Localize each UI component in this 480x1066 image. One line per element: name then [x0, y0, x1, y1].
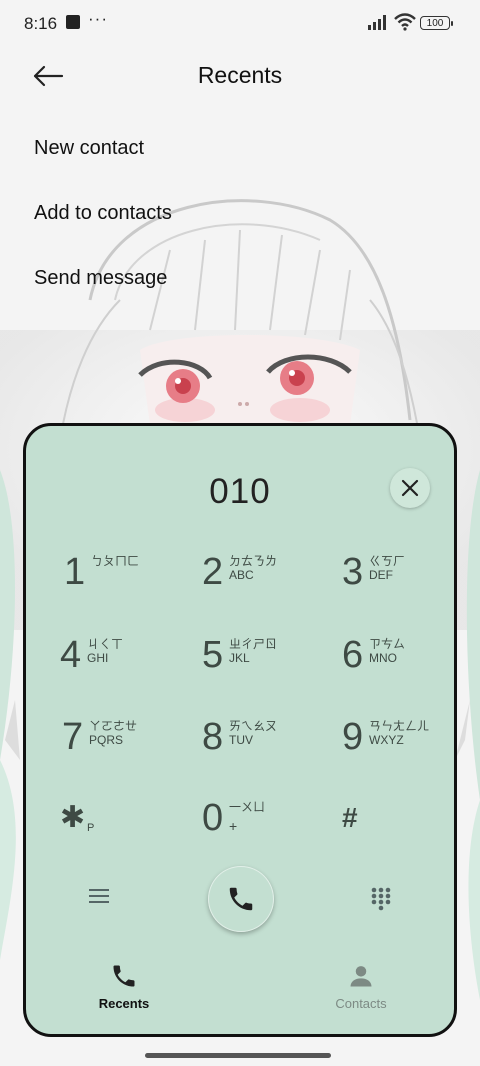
key-3[interactable]: 3 ㄍㄎㄏ DEF [342, 548, 472, 608]
key-letters: PQRS [89, 733, 124, 747]
call-button[interactable] [208, 866, 274, 932]
key-zhuyin: ㄅㄆㄇㄈ [91, 554, 140, 568]
key-digit: 7 [62, 716, 84, 758]
tab-recents[interactable]: Recents [64, 958, 184, 1018]
key-digit: 2 [202, 551, 224, 593]
notification-square-icon [66, 15, 80, 29]
dialer-panel: 010 1 ㄅㄆㄇㄈ 2 ㄉㄊㄋㄌ ABC 3 ㄍㄎㄏ DEF 4 ㄐㄑㄒ GH… [23, 423, 457, 1037]
status-bar: 8:16 ··· 100 [0, 0, 480, 48]
hash-symbol: # [342, 802, 358, 833]
person-icon [350, 966, 372, 987]
key-digit: 9 [342, 716, 364, 758]
key-zhuyin: ㄚㄛㄜㄝ [89, 719, 138, 733]
clear-button[interactable] [390, 468, 430, 508]
key-zhuyin: ㄍㄎㄏ [369, 554, 406, 568]
key-digit: 0 [202, 797, 224, 839]
key-digit: 4 [60, 634, 82, 676]
key-digit: 1 [64, 551, 86, 593]
key-2[interactable]: 2 ㄉㄊㄋㄌ ABC [202, 548, 332, 608]
menu-button[interactable] [88, 886, 118, 916]
wifi-icon [394, 13, 416, 31]
key-digit: 8 [202, 716, 224, 758]
key-digit: 5 [202, 634, 224, 676]
menu-item-send-message[interactable]: Send message [34, 267, 167, 290]
key-letters: MNO [369, 651, 397, 665]
key-zhuyin: ㄗㄘㄙ [369, 637, 406, 651]
key-zhuyin: ㄉㄊㄋㄌ [229, 554, 278, 568]
key-7[interactable]: 7 ㄚㄛㄜㄝ PQRS [62, 713, 192, 773]
key-5[interactable]: 5 ㄓㄔㄕㄖ JKL [202, 631, 332, 691]
menu-item-add-to-contacts[interactable]: Add to contacts [34, 202, 172, 225]
key-8[interactable]: 8 ㄞㄟㄠㄡ TUV [202, 713, 332, 773]
key-zhuyin: ㄞㄟㄠㄡ [229, 719, 278, 733]
tab-contacts[interactable]: Contacts [301, 958, 421, 1018]
key-6[interactable]: 6 ㄗㄘㄙ MNO [342, 631, 472, 691]
menu-lines-icon [89, 889, 109, 903]
key-letters: ABC [229, 568, 254, 582]
key-digit: 6 [342, 634, 364, 676]
key-9[interactable]: 9 ㄢㄣㄤㄥㄦ WXYZ [342, 713, 472, 773]
menu-item-new-contact[interactable]: New contact [34, 137, 144, 160]
key-zhuyin: ㄓㄔㄕㄖ [229, 637, 278, 651]
phone-icon [113, 965, 135, 987]
signal-icon [368, 15, 386, 30]
key-letters: GHI [87, 651, 109, 665]
dialpad-toggle-button[interactable] [370, 886, 396, 912]
status-overflow-dots: ··· [88, 9, 108, 28]
key-zhuyin: ㄢㄣㄤㄥㄦ [369, 719, 430, 733]
key-letters: DEF [369, 568, 393, 582]
key-zhuyin: ㄐㄑㄒ [87, 637, 124, 651]
status-time: 8:16 [24, 14, 58, 33]
key-star[interactable]: ✱ P [60, 794, 190, 854]
battery-icon: 100 [420, 16, 453, 30]
home-indicator[interactable] [145, 1053, 331, 1058]
key-4[interactable]: 4 ㄐㄑㄒ GHI [60, 631, 190, 691]
key-zhuyin: 一ㄨㄩ [229, 800, 266, 814]
key-1[interactable]: 1 ㄅㄆㄇㄈ [64, 548, 194, 608]
phone-icon [229, 887, 253, 911]
key-letters: JKL [229, 651, 250, 665]
star-symbol: ✱ [60, 801, 86, 834]
key-0[interactable]: 0 一ㄨㄩ + [202, 794, 332, 854]
key-sub: + [229, 818, 238, 834]
key-digit: 3 [342, 551, 364, 593]
key-hash[interactable]: # [342, 794, 472, 854]
page-title: Recents [197, 62, 283, 88]
key-letters: WXYZ [369, 733, 404, 747]
tab-label: Recents [98, 996, 150, 1011]
dialpad-dots-icon [371, 887, 391, 911]
key-letters: TUV [229, 733, 253, 747]
tab-label: Contacts [335, 996, 387, 1011]
key-sub: P [87, 822, 95, 834]
close-icon [401, 479, 419, 497]
